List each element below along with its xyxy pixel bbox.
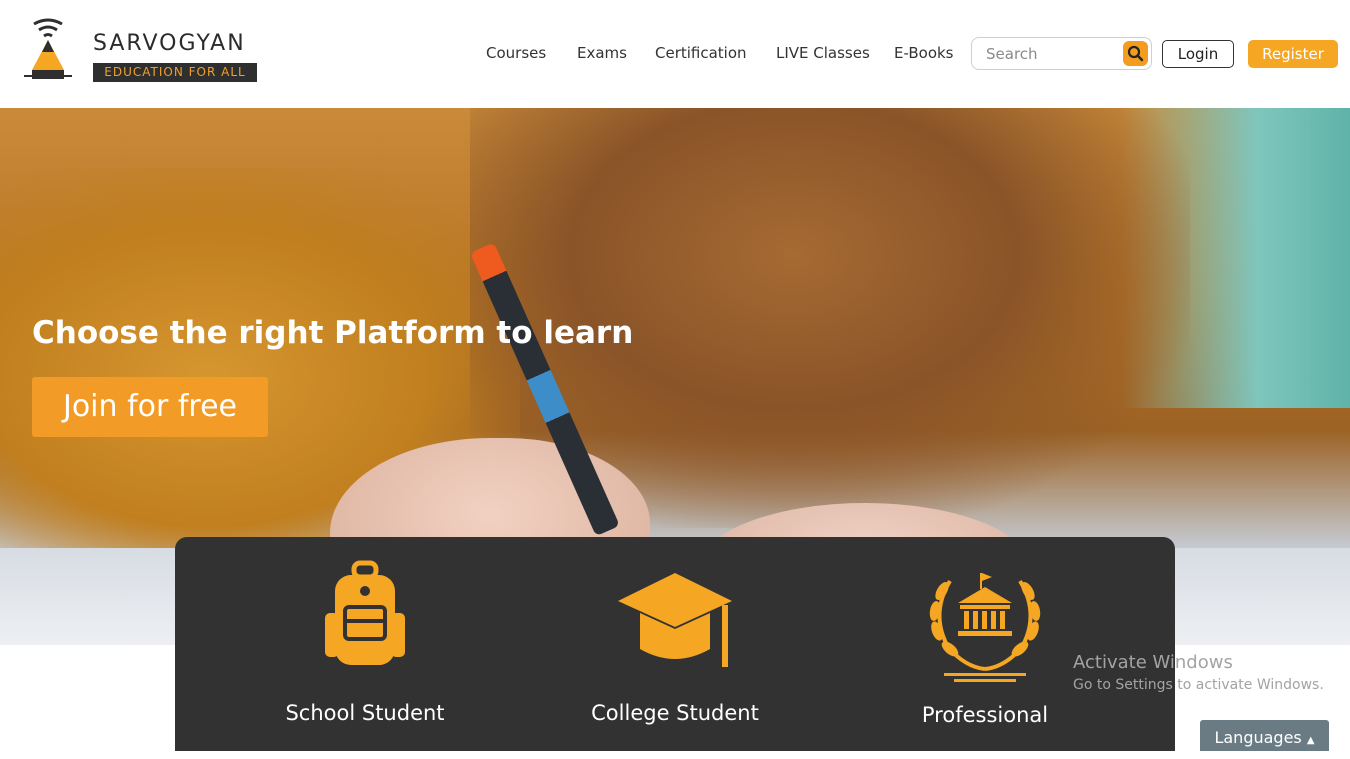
languages-button[interactable]: Languages ▲ <box>1200 720 1329 751</box>
graduation-cap-icon <box>618 573 732 667</box>
hero-title: Choose the right Platform to learn <box>32 315 634 351</box>
brand-tagline: EDUCATION FOR ALL <box>93 63 257 82</box>
nav-exams[interactable]: Exams <box>577 44 627 62</box>
search-box <box>971 37 1152 70</box>
category-label: College Student <box>591 701 759 725</box>
login-button[interactable]: Login <box>1162 40 1234 68</box>
category-college-student[interactable]: College Student <box>515 537 835 751</box>
activate-windows-watermark: Activate Windows Go to Settings to activ… <box>1073 652 1324 693</box>
category-school-student[interactable]: School Student <box>205 537 525 751</box>
watermark-subtitle: Go to Settings to activate Windows. <box>1073 677 1324 693</box>
search-icon <box>1127 45 1144 62</box>
pencil-logo-icon <box>24 18 72 79</box>
register-button[interactable]: Register <box>1248 40 1338 68</box>
backpack-icon <box>325 560 405 665</box>
nav-certification[interactable]: Certification <box>655 44 747 62</box>
site-header: SARVOGYAN EDUCATION FOR ALL Courses Exam… <box>0 0 1350 108</box>
nav-courses[interactable]: Courses <box>486 44 546 62</box>
category-label: Professional <box>921 703 1049 727</box>
brand-logo[interactable]: SARVOGYAN EDUCATION FOR ALL <box>20 18 260 88</box>
caret-up-icon: ▲ <box>1306 735 1315 746</box>
search-button[interactable] <box>1123 41 1148 66</box>
watermark-title: Activate Windows <box>1073 652 1233 673</box>
nav-live-classes[interactable]: LIVE Classes <box>776 44 870 62</box>
languages-label: Languages <box>1214 728 1302 747</box>
category-professional[interactable]: Professional <box>825 537 1145 751</box>
category-panel: School Student College Student Professio… <box>175 537 1175 751</box>
university-laurel-icon <box>929 573 1041 682</box>
category-label: School Student <box>285 701 445 725</box>
join-for-free-button[interactable]: Join for free <box>32 377 268 437</box>
brand-name: SARVOGYAN <box>93 31 246 56</box>
search-input[interactable] <box>986 44 1116 64</box>
nav-ebooks[interactable]: E-Books <box>894 44 954 62</box>
